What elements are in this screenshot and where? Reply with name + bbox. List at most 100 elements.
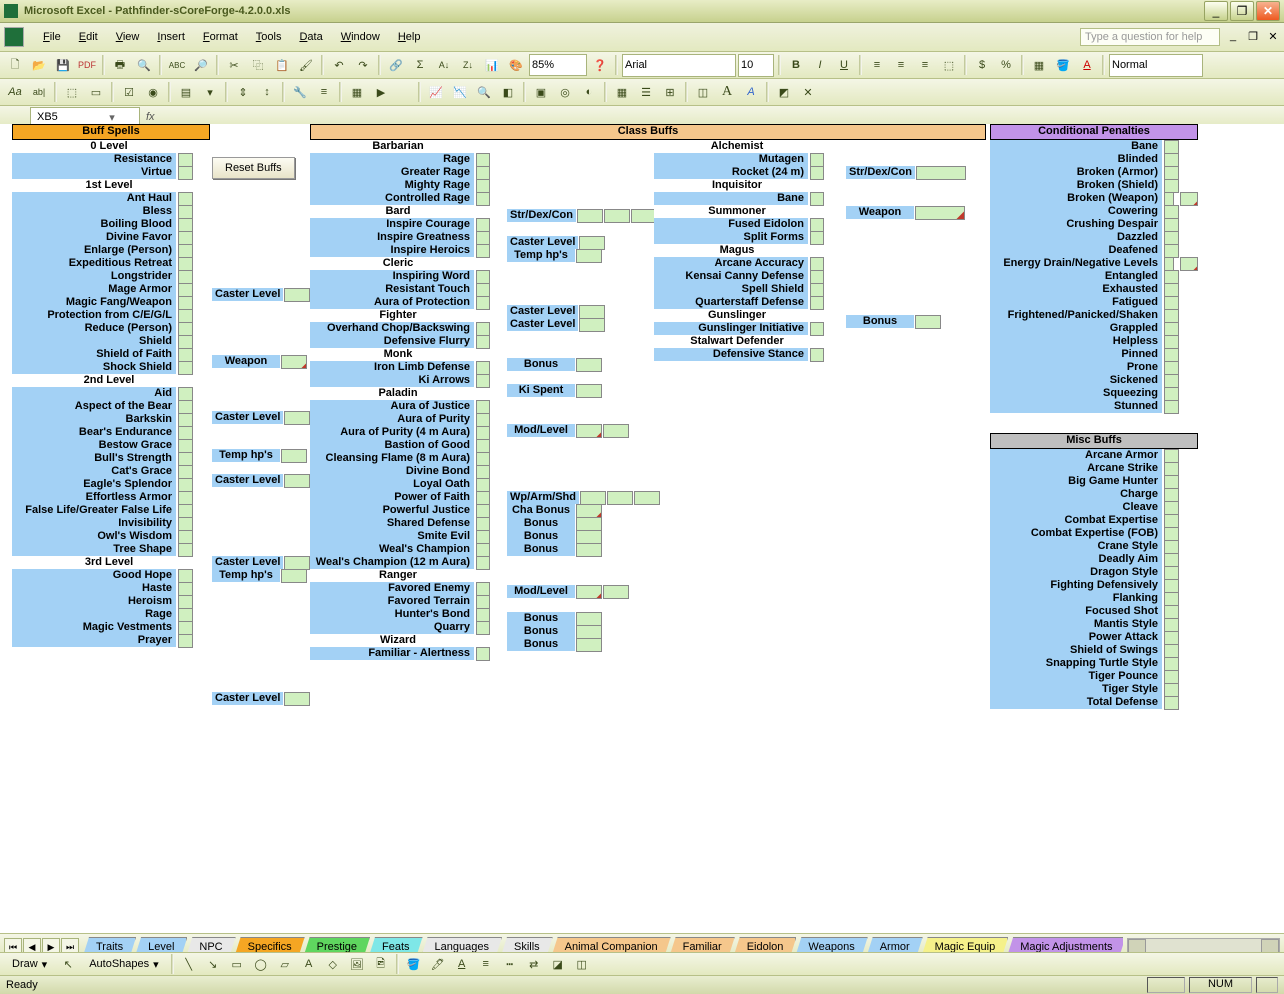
worksheet[interactable]: Buff Spells 0 LevelResistanceVirtue1st L… bbox=[0, 124, 1284, 934]
buff-checkbox[interactable] bbox=[178, 348, 193, 362]
class-buff-checkbox[interactable] bbox=[476, 283, 490, 297]
class-input[interactable] bbox=[576, 504, 602, 518]
cond-checkbox[interactable] bbox=[1164, 387, 1179, 401]
class-input[interactable] bbox=[604, 209, 630, 223]
cond-checkbox[interactable] bbox=[1164, 205, 1179, 219]
toggle-grid-icon[interactable]: ▦ bbox=[346, 81, 368, 103]
side-input[interactable] bbox=[284, 556, 310, 570]
misc-checkbox[interactable] bbox=[1164, 553, 1179, 567]
autoshapes-menu[interactable]: AutoShapes ▾ bbox=[81, 956, 166, 973]
misc7-icon[interactable]: ◫ bbox=[692, 81, 714, 103]
format-painter-icon[interactable]: 🖌 bbox=[295, 54, 317, 76]
diagram-icon[interactable]: ◇ bbox=[322, 953, 344, 975]
class-input[interactable] bbox=[915, 206, 965, 220]
drawing-icon[interactable]: 🎨 bbox=[505, 54, 527, 76]
class-buff-checkbox[interactable] bbox=[476, 166, 490, 180]
class-buff-checkbox[interactable] bbox=[476, 231, 490, 245]
menu-view[interactable]: View bbox=[107, 29, 149, 45]
buff-checkbox[interactable] bbox=[178, 387, 193, 401]
fx-icon[interactable]: fx bbox=[146, 111, 155, 123]
reset-buffs-button[interactable]: Reset Buffs bbox=[212, 157, 295, 179]
buff-checkbox[interactable] bbox=[178, 413, 193, 427]
new-icon[interactable]: 🗋 bbox=[4, 54, 26, 76]
select-icon[interactable]: ↖ bbox=[57, 953, 79, 975]
research-icon[interactable]: 🔎 bbox=[190, 54, 212, 76]
class-input[interactable] bbox=[603, 424, 629, 438]
cond-checkbox[interactable] bbox=[1164, 192, 1174, 206]
print-icon[interactable]: 🖶 bbox=[109, 54, 131, 76]
class-buff-checkbox[interactable] bbox=[476, 218, 490, 232]
buff-checkbox[interactable] bbox=[178, 569, 193, 583]
class-buff-checkbox[interactable] bbox=[476, 192, 490, 206]
cond-checkbox[interactable] bbox=[1164, 218, 1179, 232]
class-input[interactable] bbox=[915, 315, 941, 329]
buff-checkbox[interactable] bbox=[178, 439, 193, 453]
class-buff-checkbox[interactable] bbox=[476, 582, 490, 596]
label-tool-icon[interactable]: Aa bbox=[4, 81, 26, 103]
class-buff-checkbox[interactable] bbox=[810, 166, 824, 180]
bold-icon[interactable]: B bbox=[785, 54, 807, 76]
class-input[interactable] bbox=[580, 491, 606, 505]
zoom-select[interactable] bbox=[529, 54, 587, 76]
cond-checkbox[interactable] bbox=[1164, 231, 1179, 245]
fill-icon[interactable]: 🪣 bbox=[1052, 54, 1074, 76]
underline-icon[interactable]: U bbox=[833, 54, 855, 76]
draw-menu[interactable]: Draw ▾ bbox=[4, 956, 55, 973]
preview-icon[interactable]: 🔍 bbox=[133, 54, 155, 76]
spinner-tool-icon[interactable]: ↕ bbox=[256, 81, 278, 103]
sum-icon[interactable]: Σ bbox=[409, 54, 431, 76]
buff-checkbox[interactable] bbox=[178, 270, 193, 284]
buff-checkbox[interactable] bbox=[178, 530, 193, 544]
dash-icon[interactable]: ┅ bbox=[499, 953, 521, 975]
cond-checkbox[interactable] bbox=[1164, 153, 1179, 167]
buff-checkbox[interactable] bbox=[178, 322, 193, 336]
paste-icon[interactable]: 📋 bbox=[271, 54, 293, 76]
buff-checkbox[interactable] bbox=[178, 283, 193, 297]
buff-checkbox[interactable] bbox=[178, 309, 193, 323]
side-input[interactable] bbox=[281, 449, 307, 463]
picture-icon[interactable]: 🖻 bbox=[370, 953, 392, 975]
misc-checkbox[interactable] bbox=[1164, 579, 1179, 593]
cond-checkbox[interactable] bbox=[1164, 257, 1174, 271]
side-input[interactable] bbox=[284, 411, 310, 425]
misc-checkbox[interactable] bbox=[1164, 501, 1179, 515]
side-input[interactable] bbox=[281, 569, 307, 583]
misc6-icon[interactable]: ⊞ bbox=[659, 81, 681, 103]
arrow-style-icon[interactable]: ⇄ bbox=[523, 953, 545, 975]
checkbox-tool-icon[interactable]: ☑ bbox=[118, 81, 140, 103]
button-tool-icon[interactable]: ▭ bbox=[85, 81, 107, 103]
cond-checkbox[interactable] bbox=[1164, 166, 1179, 180]
cond-checkbox[interactable] bbox=[1164, 296, 1179, 310]
menu-format[interactable]: Format bbox=[194, 29, 247, 45]
doc-minimize-button[interactable]: _ bbox=[1226, 30, 1240, 44]
minimize-button[interactable]: _ bbox=[1204, 1, 1228, 21]
misc-checkbox[interactable] bbox=[1164, 566, 1179, 580]
borders-icon[interactable]: ▦ bbox=[1028, 54, 1050, 76]
fontsize-select[interactable] bbox=[738, 54, 774, 77]
buff-checkbox[interactable] bbox=[178, 296, 193, 310]
open-icon[interactable]: 📂 bbox=[28, 54, 50, 76]
misc-checkbox[interactable] bbox=[1164, 540, 1179, 554]
class-input[interactable] bbox=[634, 491, 660, 505]
sort-desc-icon[interactable]: Z↓ bbox=[457, 54, 479, 76]
class-buff-checkbox[interactable] bbox=[476, 595, 490, 609]
buff-checkbox[interactable] bbox=[178, 608, 193, 622]
buff-checkbox[interactable] bbox=[178, 335, 193, 349]
class-input[interactable] bbox=[579, 318, 605, 332]
cond-checkbox[interactable] bbox=[1164, 361, 1179, 375]
class-buff-checkbox[interactable] bbox=[476, 244, 490, 258]
doc-icon[interactable] bbox=[4, 27, 24, 47]
buff-checkbox[interactable] bbox=[178, 634, 193, 648]
wordart-icon[interactable]: A bbox=[740, 81, 762, 103]
chart2-icon[interactable]: 📉 bbox=[449, 81, 471, 103]
class-buff-checkbox[interactable] bbox=[476, 322, 490, 336]
buff-checkbox[interactable] bbox=[178, 361, 193, 375]
misc9-icon[interactable]: ✕ bbox=[797, 81, 819, 103]
line-color-icon[interactable]: 🖊 bbox=[427, 953, 449, 975]
class-buff-checkbox[interactable] bbox=[810, 257, 824, 271]
menu-file[interactable]: File bbox=[34, 29, 70, 45]
class-input[interactable] bbox=[576, 517, 602, 531]
misc-checkbox[interactable] bbox=[1164, 488, 1179, 502]
class-buff-checkbox[interactable] bbox=[476, 530, 490, 544]
percent-icon[interactable]: % bbox=[995, 54, 1017, 76]
